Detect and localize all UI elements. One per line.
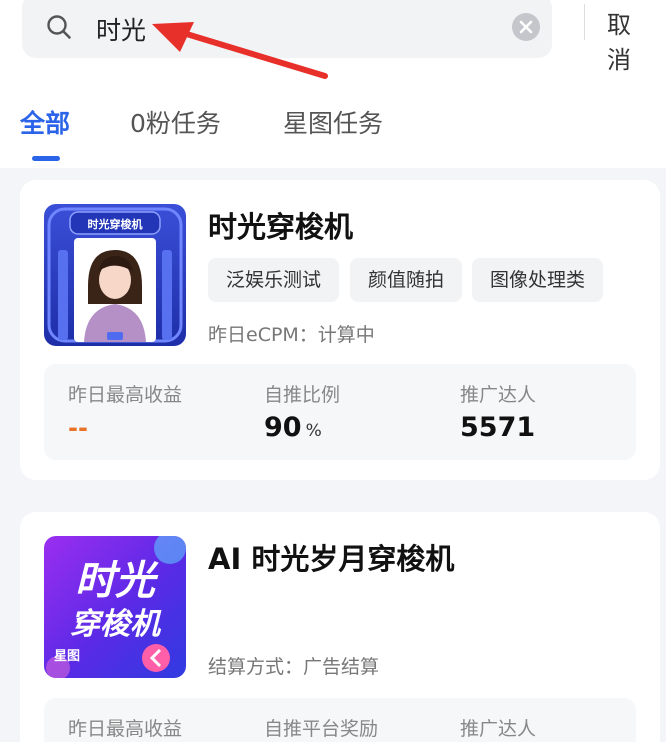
task-stats: 昨日最高收益 自推平台奖励 推广达人 xyxy=(44,698,636,742)
tab-xingtu[interactable]: 星图任务 xyxy=(283,104,383,140)
task-tag: 颜值随拍 xyxy=(350,258,463,302)
thumb-badge: 星图 xyxy=(54,649,80,664)
task-card[interactable]: 时光穿梭机 时光穿梭机 泛娱乐测试 颜值随拍 图像处理类 昨日eCPM：计算中 … xyxy=(20,180,660,480)
stat-label: 昨日最高收益 xyxy=(68,384,183,406)
stat-value: -- xyxy=(68,414,88,442)
stat-unit: % xyxy=(305,421,322,441)
stat-value: 5571 xyxy=(460,412,536,443)
stat-label: 自推平台奖励 xyxy=(264,718,379,740)
thumb-banner: 时光穿梭机 xyxy=(88,217,143,231)
clear-icon[interactable] xyxy=(511,12,541,42)
stat-label: 推广达人 xyxy=(460,718,537,740)
stat-value: 90% xyxy=(264,412,322,443)
active-tab-indicator xyxy=(32,156,60,161)
stat-label: 推广达人 xyxy=(460,384,537,406)
task-tag: 图像处理类 xyxy=(472,258,604,302)
task-thumbnail[interactable]: 时光穿梭机 xyxy=(44,204,186,346)
search-input[interactable]: 时光 xyxy=(96,11,146,47)
task-title[interactable]: AI 时光岁月穿梭机 xyxy=(208,536,454,578)
task-title[interactable]: 时光穿梭机 xyxy=(208,204,353,246)
tab-all[interactable]: 全部 xyxy=(20,104,70,140)
thumb-title-line1: 时光 xyxy=(75,558,159,604)
tab-bar: 全部 0粉任务 星图任务 xyxy=(0,80,666,168)
cancel-button[interactable]: 取消 xyxy=(607,5,631,75)
search-divider xyxy=(584,4,585,40)
stat-number: 90 xyxy=(264,412,302,443)
stat-label: 昨日最高收益 xyxy=(68,718,183,740)
task-tag: 泛娱乐测试 xyxy=(208,258,340,302)
task-settlement: 结算方式：广告结算 xyxy=(208,656,380,678)
search-icon xyxy=(47,15,71,39)
thumb-title-line2: 穿梭机 xyxy=(70,607,162,642)
search-results-page: 时光 取消 全部 0粉任务 星图任务 时光穿梭机 时光穿梭机 泛娱乐测试 颜值随… xyxy=(0,0,666,742)
task-stats: 昨日最高收益 -- 自推比例 90% 推广达人 5571 xyxy=(44,364,636,460)
task-thumbnail[interactable]: 时光 穿梭机 星图 xyxy=(44,536,186,678)
tab-zero-fans[interactable]: 0粉任务 xyxy=(130,104,221,140)
task-ecpm: 昨日eCPM：计算中 xyxy=(208,324,375,346)
search-header: 时光 取消 xyxy=(0,0,666,80)
stat-label: 自推比例 xyxy=(264,384,341,406)
annotation-arrow-icon xyxy=(152,22,328,79)
task-card[interactable]: 时光 穿梭机 星图 AI 时光岁月穿梭机 结算方式：广告结算 昨日最高收益 自推… xyxy=(20,512,660,742)
